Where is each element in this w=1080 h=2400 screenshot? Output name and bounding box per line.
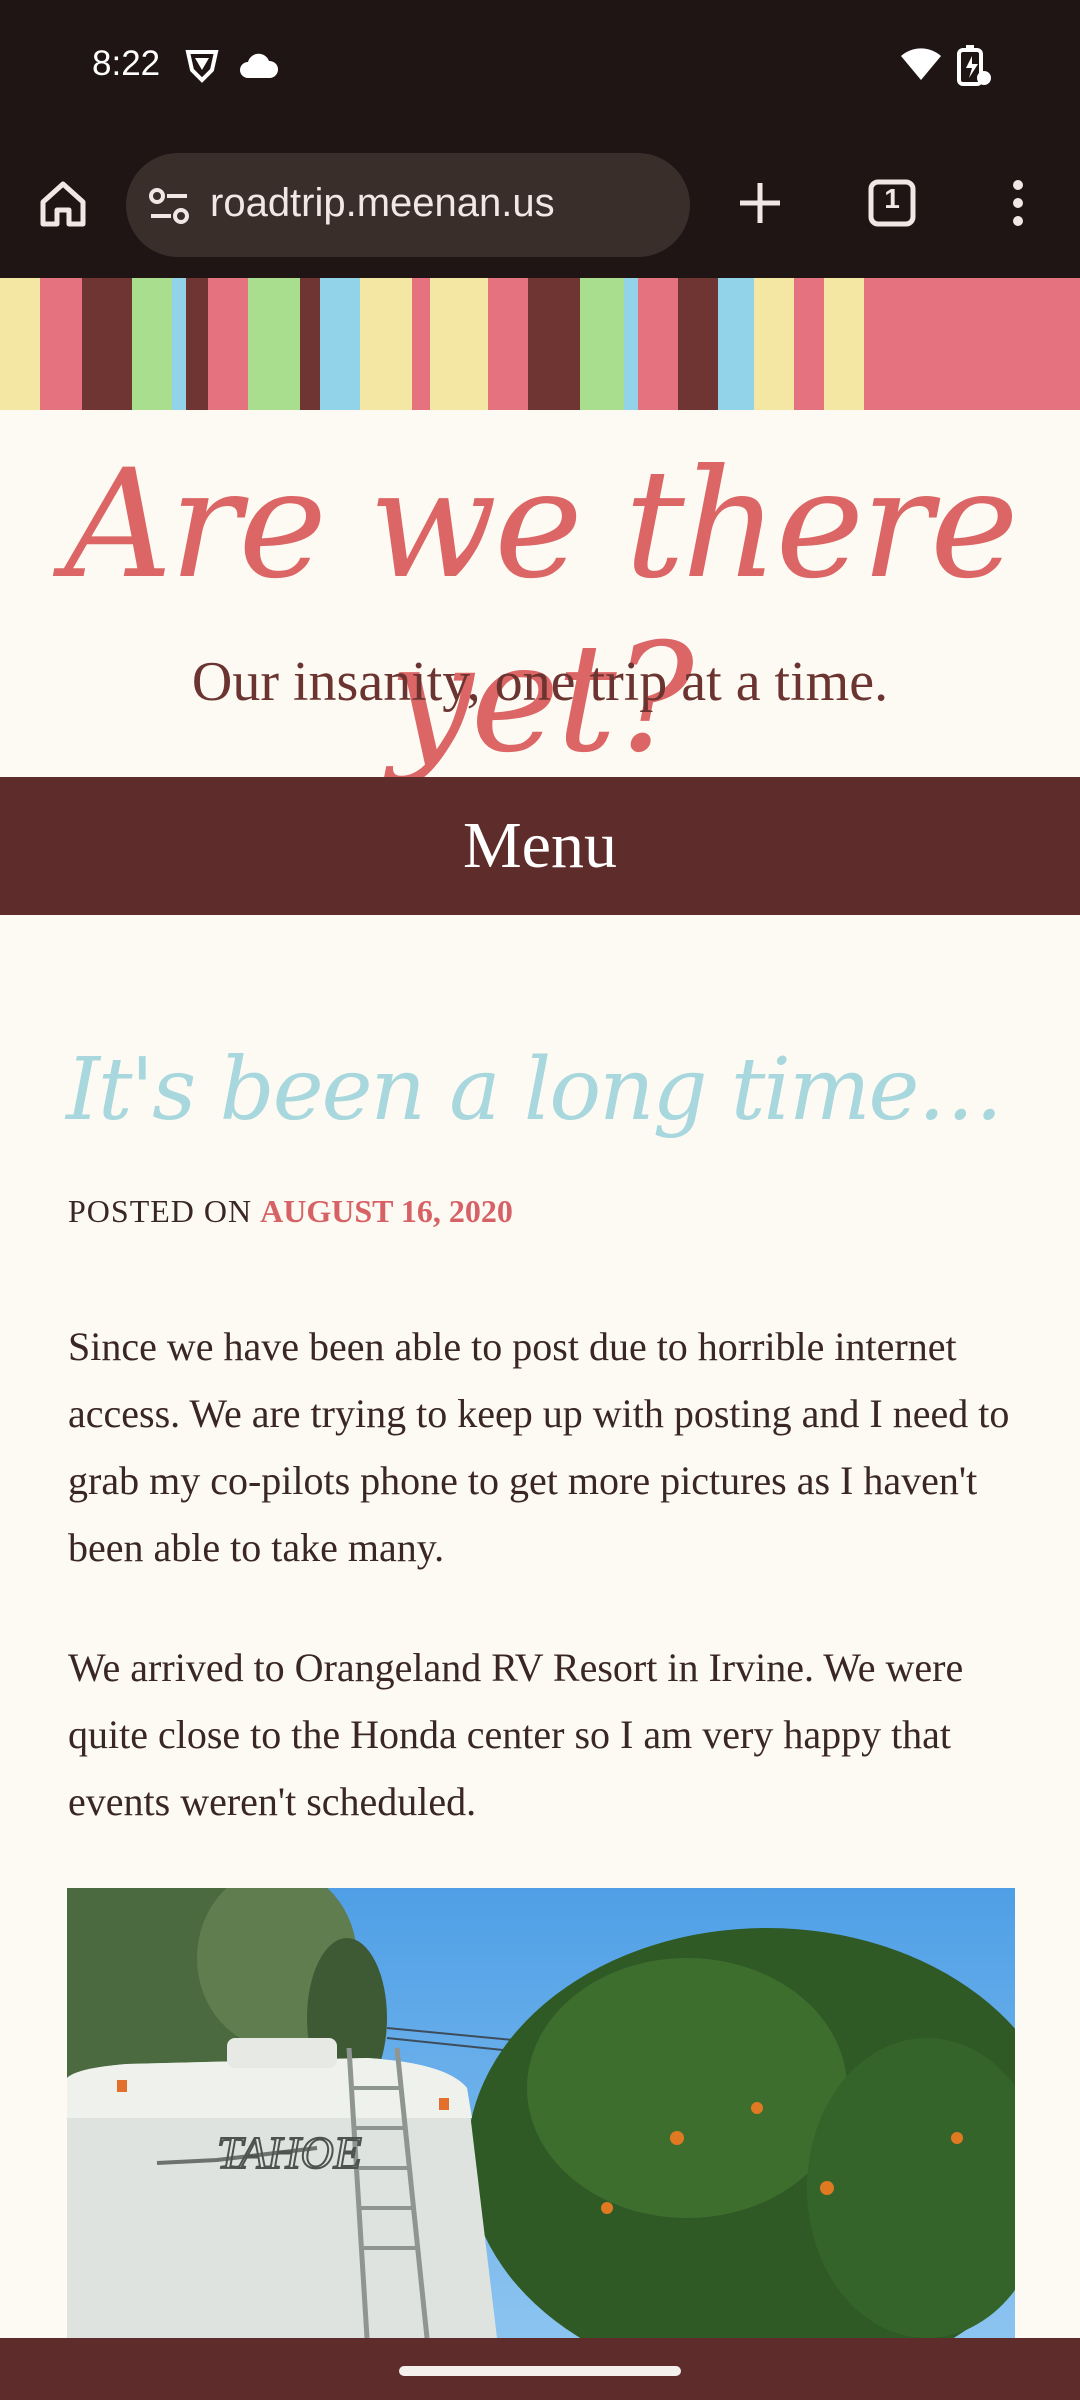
post-photo: TAHOE (67, 1888, 1015, 2338)
wifi-icon (900, 46, 942, 87)
banner-stripe (300, 278, 320, 410)
tab-count: 1 (884, 183, 900, 214)
banner-stripe (864, 278, 1080, 410)
banner-stripe (794, 278, 824, 410)
cloud-icon (238, 52, 279, 85)
stripe-banner (0, 278, 1080, 410)
banner-stripe (320, 278, 360, 410)
banner-stripe (0, 278, 40, 410)
banner-stripe (208, 278, 248, 410)
status-time: 8:22 (92, 44, 161, 83)
tab-switcher-button[interactable]: 1 (860, 171, 924, 235)
status-bar: 8:22 (0, 0, 1080, 135)
banner-stripe (718, 278, 754, 410)
posted-on-label: POSTED ON (68, 1193, 253, 1229)
banner-stripe (360, 278, 412, 410)
banner-stripe (678, 278, 718, 410)
banner-stripe (624, 278, 638, 410)
more-options-icon (1013, 180, 1023, 226)
home-icon (40, 181, 86, 227)
banner-stripe (82, 278, 132, 410)
browser-toolbar: roadtrip.meenan.us 1 (0, 135, 1080, 278)
new-tab-icon (740, 183, 780, 223)
banner-stripe (132, 278, 172, 410)
menu-toggle-button[interactable]: Menu (0, 777, 1080, 915)
banner-stripe (488, 278, 528, 410)
banner-stripe (430, 278, 488, 410)
system-nav-bar (0, 2338, 1080, 2400)
post-title[interactable]: It's been a long time… (66, 1040, 1003, 1140)
banner-stripe (580, 278, 624, 410)
banner-stripe (754, 278, 794, 410)
banner-stripe (412, 278, 430, 410)
home-gesture-handle[interactable] (399, 2366, 681, 2376)
post-paragraph: We arrived to Orangeland RV Resort in Ir… (68, 1645, 964, 1824)
site-settings-icon[interactable] (146, 183, 192, 229)
new-tab-button[interactable] (728, 171, 792, 235)
banner-stripe (528, 278, 580, 410)
battery-icon (956, 44, 992, 93)
post-paragraph: Since we have been able to post due to h… (68, 1324, 1010, 1570)
address-bar[interactable]: roadtrip.meenan.us (126, 153, 690, 257)
banner-stripe (638, 278, 678, 410)
banner-stripe (248, 278, 300, 410)
post-date-link[interactable]: AUGUST 16, 2020 (260, 1193, 513, 1229)
more-options-button[interactable] (994, 171, 1042, 235)
banner-stripe (172, 278, 186, 410)
banner-stripe (40, 278, 82, 410)
vpn-shield-icon (184, 48, 220, 89)
home-button[interactable] (30, 171, 96, 237)
banner-stripe (824, 278, 864, 410)
site-title[interactable]: Are we there yet? (0, 438, 1080, 786)
menu-label: Menu (463, 809, 617, 882)
banner-stripe (186, 278, 208, 410)
post-meta: POSTED ON AUGUST 16, 2020 (68, 1193, 513, 1230)
site-tagline: Our insanity, one trip at a time. (191, 651, 889, 713)
rv-logo-text: TAHOE (217, 2127, 362, 2178)
url-text[interactable]: roadtrip.meenan.us (210, 181, 555, 226)
site-header: Are we there yet? Our insanity, one trip… (0, 410, 1080, 786)
